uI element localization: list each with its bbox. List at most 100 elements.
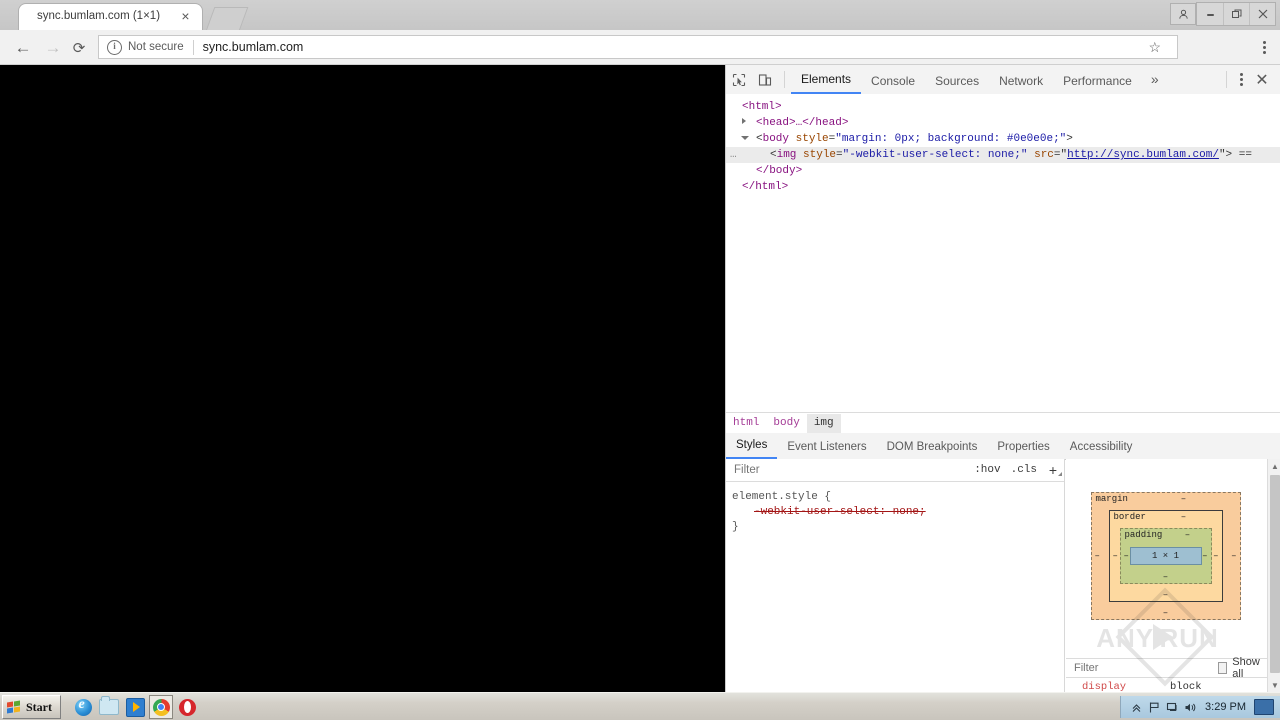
inspect-element-icon[interactable] (726, 68, 752, 92)
dom-html-close-text: </html> (742, 181, 789, 193)
styles-filter-input[interactable] (726, 463, 970, 477)
breadcrumb-item-img[interactable]: img (806, 413, 841, 433)
windows-taskbar: Start 3:29 PM (0, 692, 1280, 720)
profile-icon[interactable] (1170, 3, 1196, 25)
bookmark-star-icon[interactable]: ☆ (1148, 39, 1161, 56)
dom-img-tag: img (776, 149, 797, 161)
tab-elements[interactable]: Elements (791, 64, 862, 94)
scroll-down-arrow-icon[interactable]: ▼ (1268, 678, 1280, 692)
security-indicator[interactable]: i Not secure (99, 39, 184, 55)
tab-properties[interactable]: Properties (987, 434, 1059, 459)
box-model-margin-right[interactable]: – (1231, 551, 1236, 561)
taskbar-opera-icon[interactable] (175, 695, 199, 719)
breadcrumb-item-body[interactable]: body (766, 414, 806, 433)
dom-node-body[interactable]: <body style="margin: 0px; background: #0… (726, 131, 1280, 147)
box-model-padding-bottom[interactable]: – (1163, 572, 1168, 582)
computed-pane-scrollbar[interactable]: ▲ ▼ (1267, 459, 1280, 692)
computed-pane: margin – – – – border – – – – padding – … (1066, 459, 1280, 692)
dom-node-html-open[interactable]: <html> (726, 99, 1280, 115)
minimize-button[interactable] (1197, 3, 1223, 25)
browser-tab[interactable]: sync.bumlam.com (1×1) × (18, 3, 203, 30)
page-viewport[interactable] (0, 65, 725, 692)
taskbar-media-player-icon[interactable] (123, 695, 147, 719)
box-model-border-right[interactable]: – (1213, 551, 1218, 561)
show-all-checkbox[interactable] (1218, 662, 1228, 674)
box-model-padding[interactable]: padding – – – – 1 × 1 (1119, 527, 1212, 584)
reload-button[interactable]: ⟳ (68, 37, 90, 59)
dom-img-src-attr: src (1034, 149, 1054, 161)
box-model-margin-top[interactable]: – (1181, 494, 1186, 504)
dom-node-head[interactable]: <head>…</head> (726, 115, 1280, 131)
box-model-content-size[interactable]: 1 × 1 (1129, 546, 1202, 565)
box-model-padding-top[interactable]: – (1185, 530, 1190, 540)
chrome-menu-icon[interactable] (1256, 38, 1272, 56)
dom-expand-ellipsis[interactable]: … (730, 147, 738, 163)
tray-volume-icon[interactable] (1181, 698, 1199, 716)
back-button[interactable]: ← (12, 37, 34, 59)
dom-img-src-link[interactable]: http://sync.bumlam.com/ (1067, 149, 1219, 161)
box-model-padding-left[interactable]: – (1124, 551, 1129, 561)
tray-clock[interactable]: 3:29 PM (1199, 701, 1254, 713)
screen: sync.bumlam.com (1×1) × ← → ⟳ i Not secu… (0, 0, 1280, 720)
css-declaration-user-select[interactable]: -webkit-user-select: none; (732, 505, 1064, 520)
box-model-margin-left[interactable]: – (1095, 551, 1100, 561)
box-model-margin-bottom[interactable]: – (1163, 608, 1168, 618)
tab-styles[interactable]: Styles (726, 432, 778, 459)
device-toolbar-icon[interactable] (752, 68, 778, 92)
box-model-border[interactable]: border – – – – padding – – – – 1 × 1 (1108, 509, 1223, 602)
window-controls (1168, 2, 1276, 26)
tray-flag-icon[interactable] (1145, 698, 1163, 716)
dom-tree[interactable]: <html> <head>…</head> <body style="margi… (726, 94, 1280, 354)
show-desktop-icon[interactable] (1254, 699, 1274, 715)
system-tray: 3:29 PM (1120, 696, 1280, 718)
tray-network-icon[interactable] (1163, 698, 1181, 716)
hov-toggle[interactable]: :hov (969, 464, 1005, 476)
computed-filter-input[interactable] (1066, 661, 1218, 675)
computed-row-display[interactable]: display block (1066, 679, 1280, 692)
box-model-border-left[interactable]: – (1113, 551, 1118, 561)
box-model-border-bottom[interactable]: – (1163, 590, 1168, 600)
computed-value-display: block (1170, 681, 1202, 692)
cls-toggle[interactable]: .cls (1006, 464, 1042, 476)
breadcrumb-item-html[interactable]: html (726, 414, 766, 433)
dom-node-body-close[interactable]: </body> (726, 163, 1280, 179)
tab-console[interactable]: Console (861, 66, 925, 94)
box-model-margin[interactable]: margin – – – – border – – – – padding – … (1090, 491, 1241, 620)
computed-name-display: display (1082, 681, 1127, 692)
dom-html-open-text: <html> (742, 101, 782, 113)
tab-dom-breakpoints[interactable]: DOM Breakpoints (877, 434, 988, 459)
close-window-button[interactable] (1249, 3, 1275, 25)
scroll-up-arrow-icon[interactable]: ▲ (1268, 459, 1280, 473)
tab-network[interactable]: Network (989, 66, 1053, 94)
tab-close-icon[interactable]: × (179, 9, 192, 23)
address-bar[interactable]: i Not secure sync.bumlam.com ☆ (98, 35, 1178, 59)
devtools-close-icon[interactable]: ✕ (1249, 68, 1275, 92)
tab-event-listeners[interactable]: Event Listeners (777, 434, 876, 459)
new-tab-button[interactable] (205, 7, 249, 31)
taskbar-chrome-icon[interactable] (149, 695, 173, 719)
taskbar-file-explorer-icon[interactable] (97, 695, 121, 719)
chrome-browser-window: sync.bumlam.com (1×1) × ← → ⟳ i Not secu… (0, 0, 1280, 692)
box-model-margin-label: margin (1095, 493, 1128, 504)
more-tabs-icon[interactable]: » (1142, 64, 1168, 94)
toolbar-divider (784, 71, 785, 88)
maximize-restore-button[interactable] (1223, 3, 1249, 25)
info-icon: i (107, 39, 122, 55)
computed-filter-bar: Show all (1066, 656, 1280, 680)
scrollbar-thumb[interactable] (1270, 475, 1280, 673)
forward-button[interactable]: → (42, 37, 64, 59)
start-button[interactable]: Start (2, 695, 61, 719)
tab-performance[interactable]: Performance (1053, 66, 1142, 94)
tray-expand-chevron-icon[interactable] (1127, 698, 1145, 716)
box-model-border-top[interactable]: – (1181, 512, 1186, 522)
box-model-padding-right[interactable]: – (1202, 551, 1207, 561)
devtools-menu-icon[interactable] (1233, 71, 1249, 89)
css-rule-selector[interactable]: element.style { (732, 490, 1064, 505)
taskbar-internet-explorer-icon[interactable] (71, 695, 95, 719)
tab-sources[interactable]: Sources (925, 66, 989, 94)
new-style-rule-button[interactable]: + (1042, 462, 1064, 478)
tab-accessibility[interactable]: Accessibility (1060, 434, 1143, 459)
browser-toolbar: ← → ⟳ i Not secure sync.bumlam.com ☆ (0, 30, 1280, 65)
dom-node-html-close[interactable]: </html> (726, 179, 1280, 195)
dom-node-img[interactable]: … <img style="-webkit-user-select: none;… (726, 147, 1280, 163)
